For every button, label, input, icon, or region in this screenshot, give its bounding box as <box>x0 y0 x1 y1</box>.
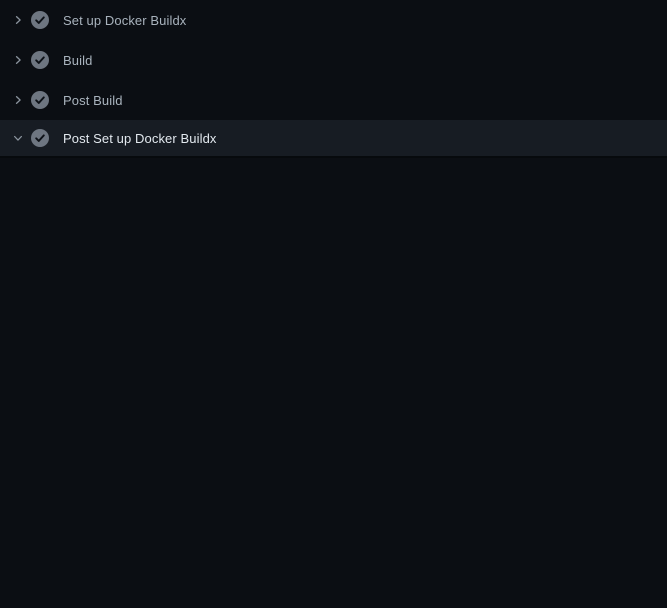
steps-list: Set up Docker Buildx Build Post Buil <box>0 0 667 158</box>
log-line: 1Post job cleanup. <box>0 168 667 188</box>
log-line: 5time="2021-04-23T18:02:37Z" level=warni… <box>0 248 667 268</box>
check-circle-icon <box>31 91 49 109</box>
check-circle-icon <box>31 51 49 69</box>
log-line: 10time="2021-04-23T18:02:37Z" level=info… <box>0 368 667 388</box>
actions-log-panel: Set up Docker Buildx Build Post Buil <box>0 0 667 600</box>
log-line: 8time="2021-04-23T18:02:37Z" level=info … <box>0 328 667 348</box>
chevron-right-icon[interactable] <box>11 93 25 107</box>
log-line: 12time="2021-04-23T18:02:38Z" level=debu… <box>0 408 667 428</box>
check-circle-icon <box>31 129 49 147</box>
log-line: 19time="2021-04-23T18:02:38Z" level=debu… <box>0 548 667 568</box>
log-line: 14time="2021-04-23T18:02:38Z" level=debu… <box>0 448 667 468</box>
chevron-right-icon[interactable] <box>11 13 25 27</box>
log-line: 16time="2021-04-23T18:02:38Z" level=debu… <box>0 488 667 508</box>
log-line-wrap: linux/riscv64 linux/ppc64le linux/s390x … <box>0 288 667 308</box>
log-line: 15time="2021-04-23T18:02:38Z" level=debu… <box>0 468 667 488</box>
log-line: 17time="2021-04-23T18:02:38Z" level=debu… <box>0 508 667 528</box>
log-line: 4time="2021-04-23T18:02:37Z" level=info … <box>0 228 667 248</box>
log-line: 9time="2021-04-23T18:02:37Z" level=warni… <box>0 348 667 368</box>
log-line: 6time="2021-04-23T18:02:37Z" level=info … <box>0 268 667 288</box>
step-label: Post Set up Docker Buildx <box>63 131 217 146</box>
check-circle-icon <box>31 11 49 29</box>
step-header-post-set-up-docker-buildx[interactable]: Post Set up Docker Buildx <box>0 120 667 158</box>
log-line: 18time="2021-04-23T18:02:38Z" level=debu… <box>0 528 667 548</box>
log-line-wrap: application/vnd.oci.image.index.v1+json,… <box>0 568 667 588</box>
log-view: 1Post job cleanup. 2▼BuildKit container … <box>0 158 667 608</box>
log-line-command: 3/usr/bin/docker logs buildx_buildkit_bu… <box>0 208 667 228</box>
log-line: 20time="2021-04-23T18:02:38Z" level=debu… <box>0 588 667 608</box>
chevron-right-icon[interactable] <box>11 53 25 67</box>
log-line: 11time="2021-04-23T18:02:38Z" level=debu… <box>0 388 667 408</box>
step-header-set-up-docker-buildx[interactable]: Set up Docker Buildx <box>0 0 667 40</box>
log-line: 7time="2021-04-23T18:02:37Z" level=warni… <box>0 308 667 328</box>
step-header-post-build[interactable]: Post Build <box>0 80 667 120</box>
log-line-group: 2▼BuildKit container logs <box>0 188 667 208</box>
step-label: Set up Docker Buildx <box>63 13 186 28</box>
log-line: 13time="2021-04-23T18:02:38Z" level=debu… <box>0 428 667 448</box>
chevron-down-icon[interactable] <box>11 131 25 145</box>
step-label: Post Build <box>63 93 123 108</box>
step-header-build[interactable]: Build <box>0 40 667 80</box>
step-label: Build <box>63 53 92 68</box>
